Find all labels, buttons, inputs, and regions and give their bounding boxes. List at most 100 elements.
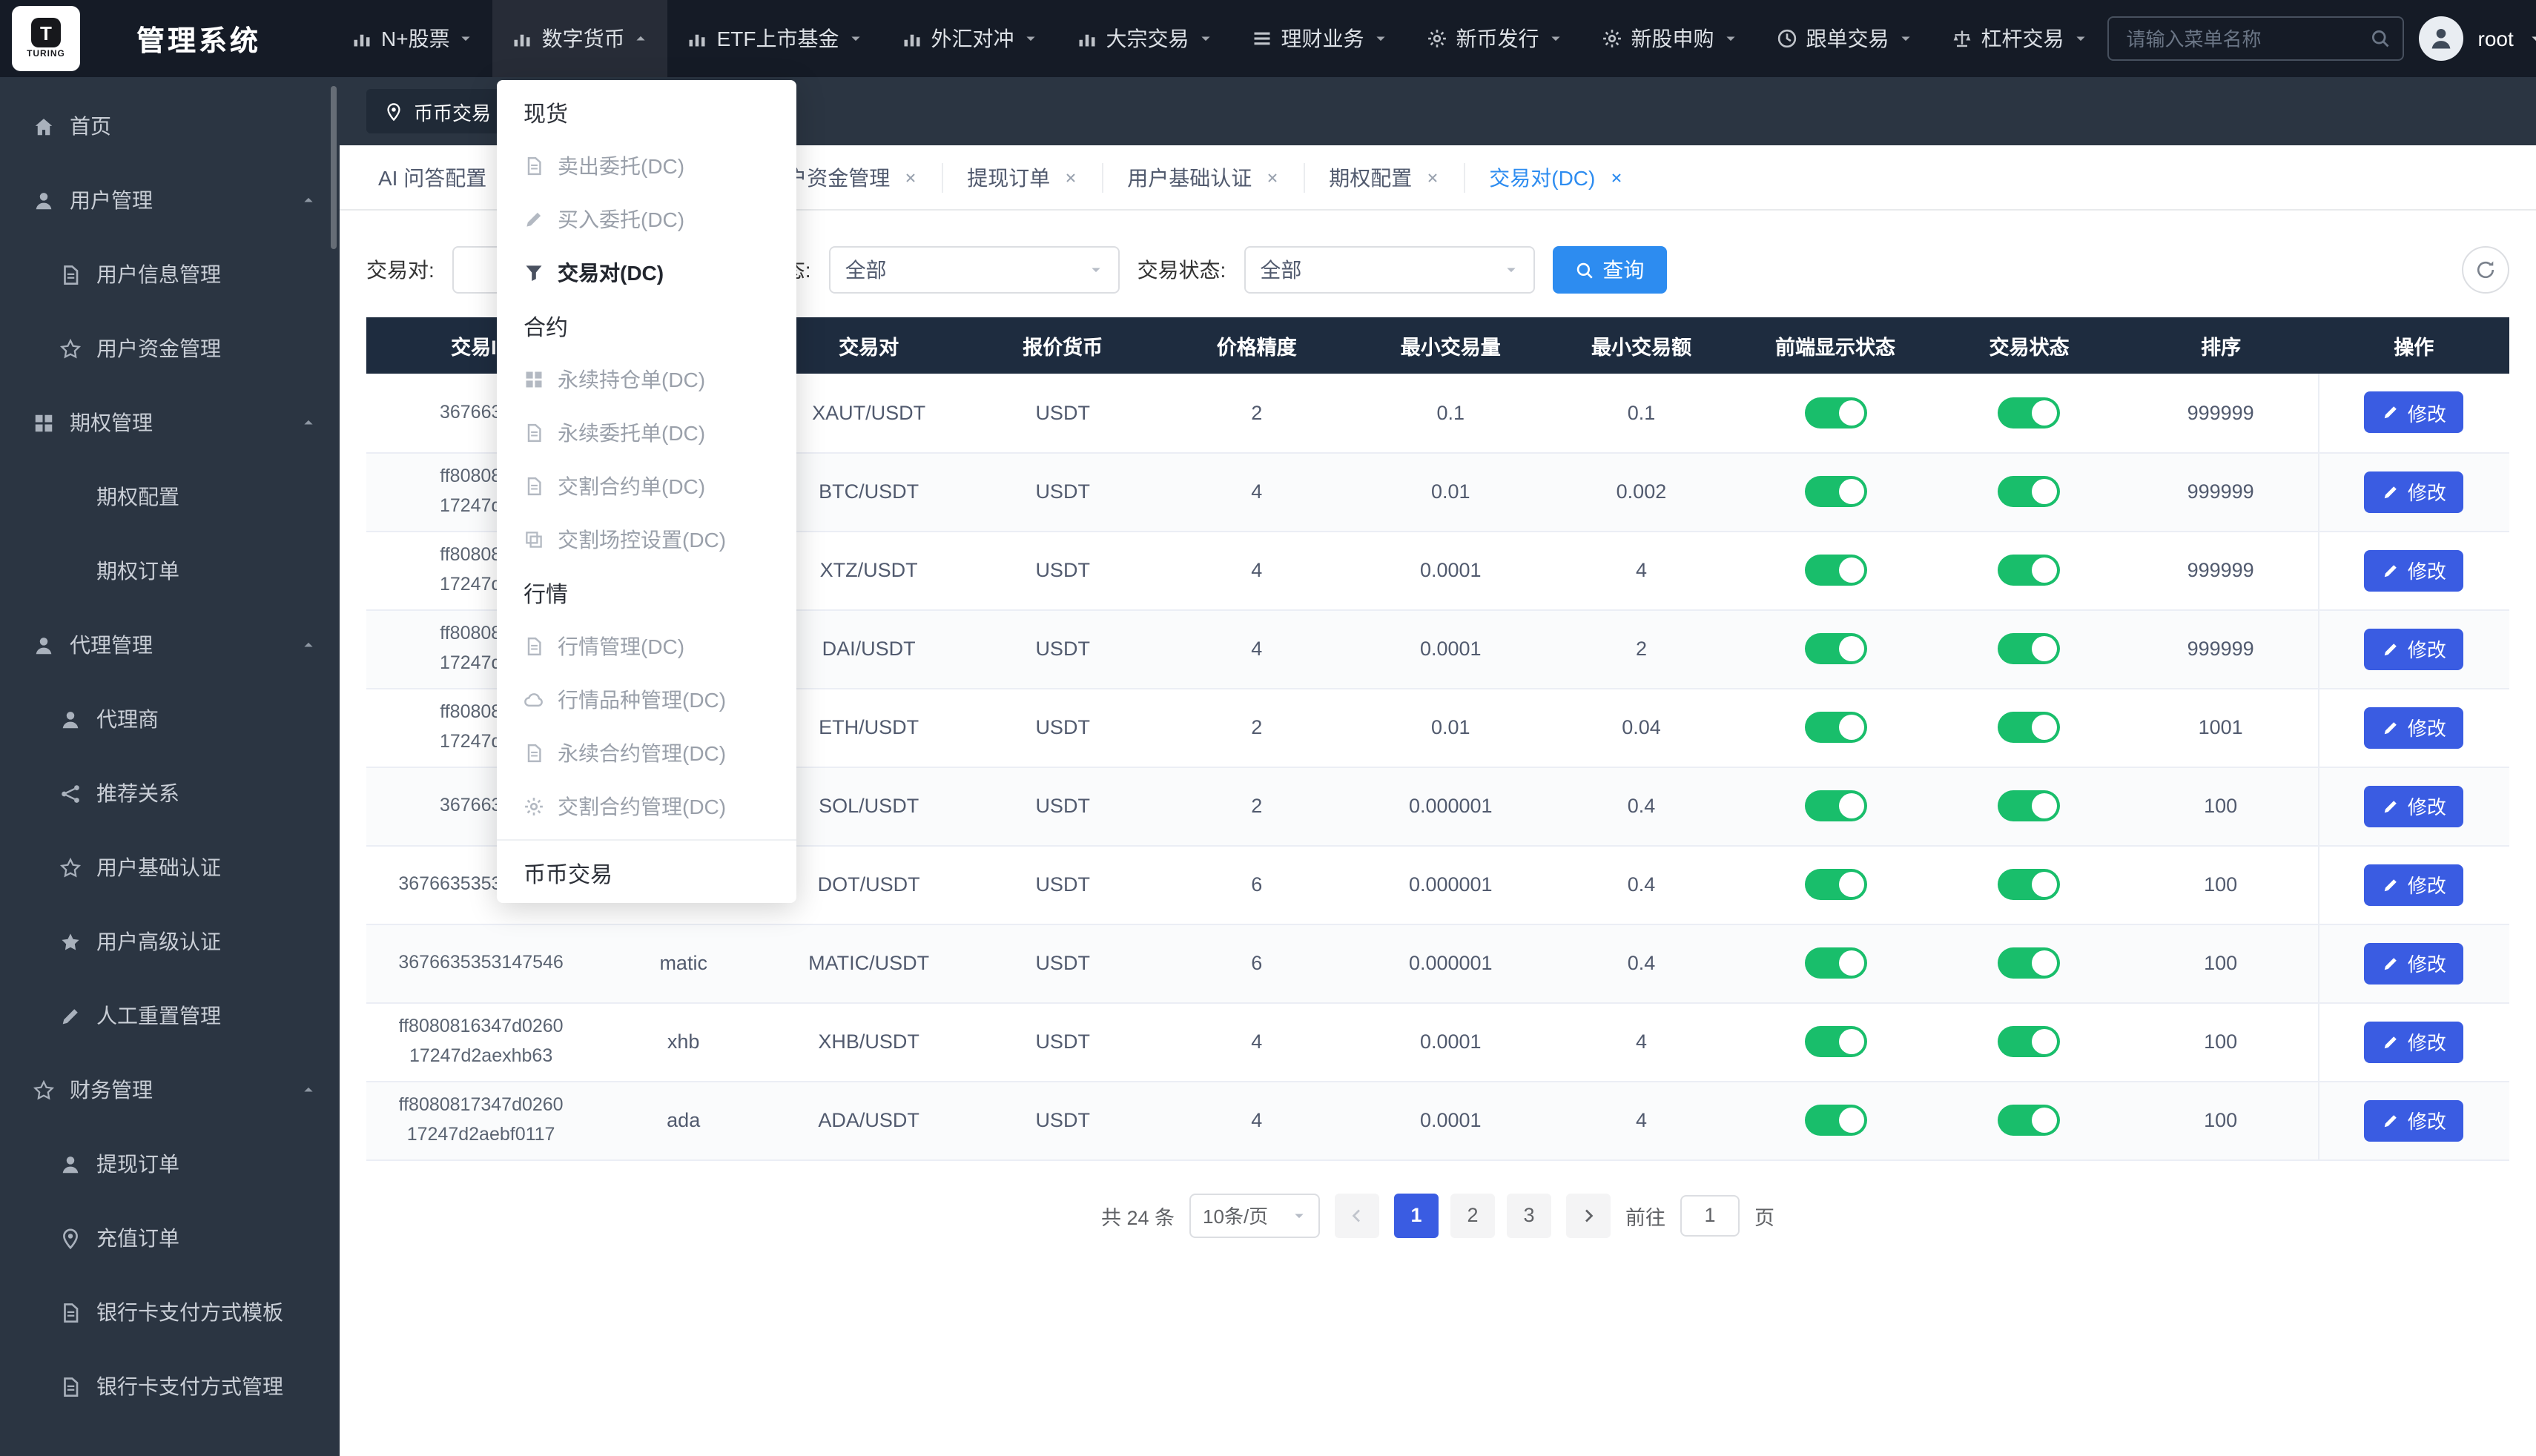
front-display-toggle[interactable] [1804,633,1866,664]
trade-status-toggle[interactable] [1998,397,2061,428]
sidebar-group[interactable]: 财务管理 [0,1053,340,1127]
display-status-select[interactable]: 全部 [829,246,1120,294]
sidebar-item[interactable]: 用户高级认证 [0,904,340,979]
topnav-item[interactable]: 新股申购 [1582,0,1757,77]
page-size-select[interactable]: 10条/页 [1189,1193,1320,1237]
display-status-value: 全部 [845,255,887,285]
edit-button[interactable]: 修改 [2365,864,2464,905]
menu-search-input[interactable] [2127,27,2370,50]
topnav-item[interactable]: 新币发行 [1407,0,1582,77]
tab-close-icon[interactable] [903,170,918,185]
topnav-item[interactable]: ETF上市基金 [668,0,882,77]
sidebar-item[interactable]: 用户基础认证 [0,830,340,904]
edit-button[interactable]: 修改 [2365,471,2464,512]
tab-close-icon[interactable] [1063,170,1078,185]
tab[interactable]: 提现订单 [943,162,1103,192]
trade-status-toggle[interactable] [1998,555,2061,586]
menu-item[interactable]: 永续持仓单(DC) [497,353,796,406]
sidebar-scrollbar[interactable] [331,86,337,249]
sidebar-item[interactable]: 人工重置管理 [0,979,340,1053]
goto-page-input[interactable] [1680,1194,1740,1236]
topnav-item[interactable]: 数字货币 [493,0,668,77]
front-display-toggle[interactable] [1804,1105,1866,1136]
trade-status-toggle[interactable] [1998,947,2061,979]
front-display-toggle[interactable] [1804,1026,1866,1057]
trade-status-toggle[interactable] [1998,476,2061,507]
menu-item[interactable]: 永续委托单(DC) [497,406,796,460]
next-page-button[interactable] [1566,1193,1611,1237]
tab[interactable]: 交易对(DC) [1465,162,1647,192]
menu-item[interactable]: 交割合约单(DC) [497,460,796,513]
front-display-toggle[interactable] [1804,869,1866,900]
trade-status-toggle[interactable] [1998,869,2061,900]
topnav-item[interactable]: 理财业务 [1232,0,1407,77]
page-button[interactable]: 1 [1394,1193,1439,1237]
prev-page-button[interactable] [1335,1193,1379,1237]
edit-button[interactable]: 修改 [2365,707,2464,748]
query-button[interactable]: 查询 [1552,246,1666,294]
front-display-toggle[interactable] [1804,790,1866,821]
username[interactable]: root [2478,27,2514,50]
edit-button[interactable]: 修改 [2365,628,2464,669]
trade-status-toggle[interactable] [1998,633,2061,664]
app: T TURING 管理系统 N+股票数字货币ETF上市基金外汇对冲大宗交易理财业… [0,0,2536,1456]
menu-item[interactable]: 交易对(DC) [497,246,796,300]
edit-button[interactable]: 修改 [2365,1021,2464,1062]
page-button[interactable]: 3 [1507,1193,1551,1237]
topnav-item[interactable]: 大宗交易 [1057,0,1232,77]
trade-status-toggle[interactable] [1998,1105,2061,1136]
sidebar-group[interactable]: 用户管理 [0,163,340,237]
front-display-toggle[interactable] [1804,712,1866,743]
topnav-item[interactable]: 跟单交易 [1757,0,1932,77]
menu-item[interactable]: 交割场控设置(DC) [497,513,796,566]
menu-item[interactable]: 买入委托(DC) [497,193,796,246]
menu-item[interactable]: 行情管理(DC) [497,620,796,673]
menu-search[interactable] [2107,16,2404,61]
sidebar-item-label: 期权配置 [96,482,179,512]
edit-button[interactable]: 修改 [2365,785,2464,827]
front-display-toggle[interactable] [1804,555,1866,586]
sidebar-item[interactable]: 期权订单 [0,534,340,608]
user-caret-down-icon[interactable] [2529,31,2536,46]
tab[interactable]: 用户基础认证 [1103,162,1305,192]
topnav-item[interactable]: N+股票 [332,0,493,77]
trade-status-toggle[interactable] [1998,712,2061,743]
edit-button[interactable]: 修改 [2365,392,2464,434]
tab-close-icon[interactable] [1265,170,1280,185]
edit-button[interactable]: 修改 [2365,1099,2464,1141]
sidebar-item[interactable]: 推荐关系 [0,756,340,830]
topnav-item[interactable]: 杠杆交易 [1932,0,2107,77]
trade-status-select[interactable]: 全部 [1244,246,1534,294]
sidebar-group[interactable]: 期权管理 [0,385,340,460]
refresh-button[interactable] [2462,246,2509,294]
front-display-toggle[interactable] [1804,947,1866,979]
edit-button[interactable]: 修改 [2365,942,2464,984]
trade-status-toggle[interactable] [1998,1026,2061,1057]
trade-status-toggle[interactable] [1998,790,2061,821]
trade-id: 3676635353147546 [375,949,587,978]
menu-item[interactable]: 永续合约管理(DC) [497,727,796,780]
tab[interactable]: 期权配置 [1305,162,1465,192]
sidebar-item[interactable]: 用户信息管理 [0,237,340,311]
menu-item[interactable]: 行情品种管理(DC) [497,673,796,727]
sidebar-item[interactable]: 用户资金管理 [0,311,340,385]
sidebar-group[interactable]: 代理管理 [0,608,340,682]
sidebar-item[interactable]: 提现订单 [0,1127,340,1201]
sidebar-item[interactable]: 银行卡支付方式模板 [0,1275,340,1349]
topnav-item[interactable]: 外汇对冲 [882,0,1057,77]
logo[interactable]: T TURING [12,6,80,71]
menu-item[interactable]: 交割合约管理(DC) [497,780,796,833]
avatar[interactable] [2419,16,2463,61]
tab-close-icon[interactable] [1608,170,1623,185]
page-button[interactable]: 2 [1450,1193,1495,1237]
sidebar-item[interactable]: 代理商 [0,682,340,756]
front-display-toggle[interactable] [1804,476,1866,507]
menu-item[interactable]: 卖出委托(DC) [497,139,796,193]
sidebar-item[interactable]: 充值订单 [0,1201,340,1275]
edit-button[interactable]: 修改 [2365,549,2464,591]
tab-close-icon[interactable] [1425,170,1440,185]
sidebar-item[interactable]: 首页 [0,89,340,163]
front-display-toggle[interactable] [1804,397,1866,428]
sidebar-item[interactable]: 期权配置 [0,460,340,534]
sidebar-item[interactable]: 银行卡支付方式管理 [0,1349,340,1423]
